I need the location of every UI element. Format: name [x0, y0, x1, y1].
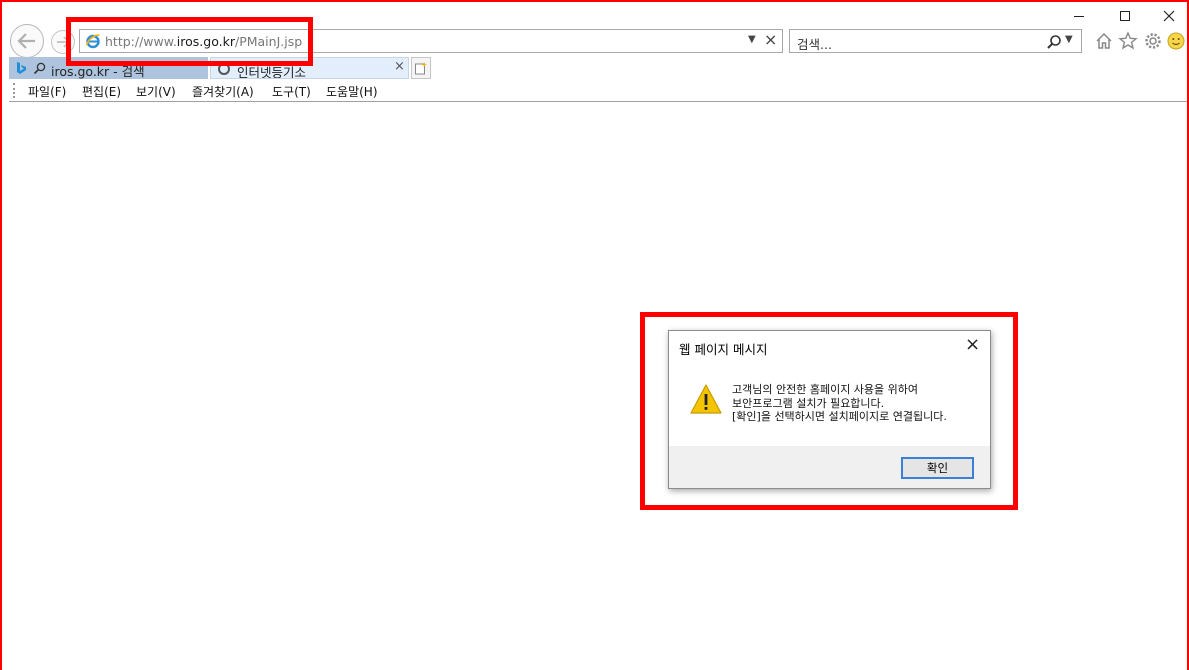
menu-favorites[interactable]: 즐겨찾기(A) [192, 83, 254, 100]
feedback-smiley-icon[interactable] [1166, 31, 1186, 51]
minimize-icon [1074, 15, 1084, 17]
close-icon [1163, 10, 1175, 22]
minimize-button[interactable] [1062, 6, 1096, 26]
maximize-icon [1120, 11, 1130, 21]
ok-button[interactable]: 확인 [901, 457, 974, 479]
address-dropdown-icon[interactable]: ▼ [748, 34, 756, 45]
dialog-message: 고객님의 안전한 홈페이지 사용을 위하여 보안프로그램 설치가 필요합니다. … [732, 383, 947, 424]
dialog-message-line: [확인]을 선택하시면 설치페이지로 연결됩니다. [732, 410, 947, 423]
search-dropdown-icon[interactable]: ▼ [1065, 34, 1073, 45]
search-icon[interactable] [1046, 34, 1062, 50]
warning-icon [690, 384, 722, 414]
settings-gear-icon[interactable] [1143, 31, 1163, 51]
back-arrow-icon [17, 33, 35, 49]
new-tab-icon [415, 62, 427, 75]
menu-edit[interactable]: 편집(E) [82, 83, 121, 100]
web-page-message-dialog: 웹 페이지 메시지 × 고객님의 안전한 홈페이지 사용을 위하여 보안프로그램… [668, 330, 991, 489]
close-window-button[interactable] [1152, 6, 1186, 26]
menu-file[interactable]: 파일(F) [28, 83, 66, 100]
back-button[interactable] [10, 24, 44, 58]
tab-close-icon[interactable]: × [394, 59, 405, 74]
dialog-title: 웹 페이지 메시지 [679, 342, 768, 357]
dialog-close-icon[interactable]: × [965, 334, 980, 355]
address-highlight-box [66, 17, 313, 66]
search-box[interactable]: 검색... ▼ [789, 29, 1082, 53]
menu-grip [13, 83, 15, 98]
maximize-button[interactable] [1108, 6, 1142, 26]
tab-search-icon [33, 62, 46, 75]
home-icon[interactable] [1094, 31, 1114, 51]
new-tab-button[interactable] [411, 57, 431, 79]
search-placeholder: 검색... [797, 37, 832, 52]
dialog-message-line: 고객님의 안전한 홈페이지 사용을 위하여 [732, 383, 919, 396]
address-stop-icon[interactable]: × [764, 30, 777, 49]
bing-logo-icon [17, 62, 26, 74]
dialog-message-line: 보안프로그램 설치가 필요합니다. [732, 396, 885, 410]
menu-help[interactable]: 도움말(H) [326, 83, 378, 100]
menu-view[interactable]: 보기(V) [136, 83, 176, 100]
menu-tools[interactable]: 도구(T) [272, 83, 311, 100]
menu-bar: 파일(F) 편집(E) 보기(V) 즐겨찾기(A) 도구(T) 도움말(H) [9, 80, 1187, 102]
dialog-footer: 확인 [669, 446, 990, 488]
favorites-star-icon[interactable] [1118, 31, 1138, 51]
